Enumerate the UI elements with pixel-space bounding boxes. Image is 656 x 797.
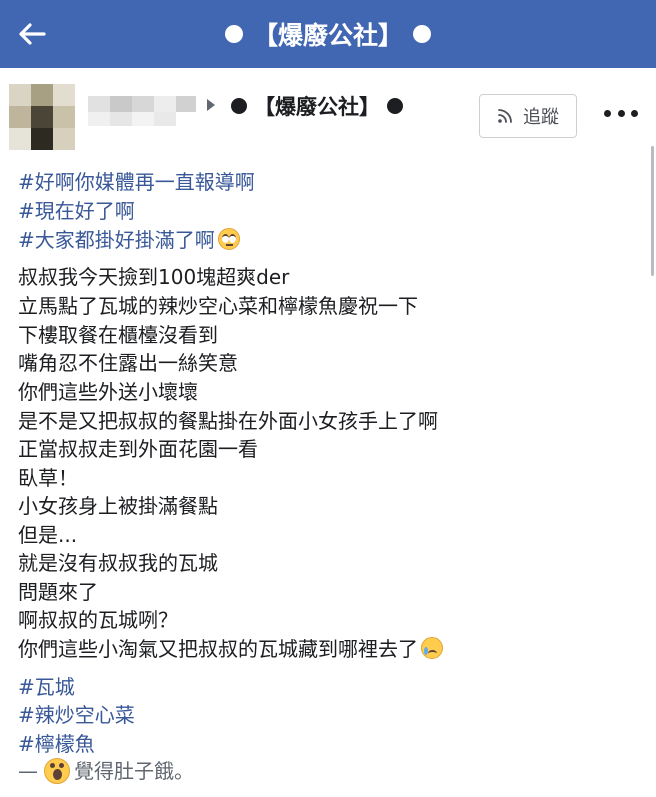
- post-text-line: 啊叔叔的瓦城咧？: [18, 608, 178, 632]
- post-text-line: 問題來了: [18, 580, 98, 604]
- post-text-line: 叔叔我今天撿到100塊超爽der: [18, 265, 290, 289]
- circle-icon: [387, 98, 403, 114]
- scrollbar[interactable]: [650, 68, 656, 797]
- post-text-line: 就是沒有叔叔我的瓦城: [18, 551, 218, 575]
- hashtag-link[interactable]: #檸檬魚: [18, 730, 95, 758]
- post-text-line: 你們這些外送小壞壞: [18, 380, 198, 404]
- follow-label: 追蹤: [523, 107, 559, 128]
- more-options-button[interactable]: [604, 101, 638, 125]
- post-text-line: 正當叔叔走到外面花園一看: [18, 437, 258, 461]
- post-text-line: 但是...: [18, 523, 78, 547]
- feeling-prefix: —: [18, 759, 38, 783]
- feeling-activity: — 覺得肚子餓。: [18, 757, 194, 785]
- post-text-line: 下樓取餐在櫃檯沒看到: [18, 323, 218, 347]
- page-name: 【爆廢公社】: [254, 95, 380, 119]
- rss-icon: [498, 109, 512, 123]
- avatar[interactable]: [9, 84, 75, 150]
- hashtag-line: #大家都掛好掛滿了啊: [18, 226, 240, 254]
- eye-roll-emoji-icon: [217, 228, 240, 250]
- top-bar: [0, 0, 656, 68]
- circle-icon: [231, 98, 247, 114]
- post-text-line-with-emoji: 你們這些小淘氣又把叔叔的瓦城藏到哪裡去了: [18, 635, 443, 663]
- back-button[interactable]: [14, 16, 50, 52]
- back-arrow-icon: [19, 23, 46, 45]
- page-name-link[interactable]: 【爆廢公社】: [224, 88, 410, 124]
- crying-emoji-icon: [421, 637, 443, 659]
- post-text-line: 嘴角忍不住露出一絲笑意: [18, 351, 238, 375]
- scrollbar-thumb[interactable]: [651, 146, 654, 276]
- hashtag-link[interactable]: #瓦城: [18, 673, 75, 701]
- hashtag-link[interactable]: #辣炒空心菜: [18, 701, 135, 729]
- hashtag-link[interactable]: #大家都掛好掛滿了啊: [18, 228, 215, 252]
- post-text-line: 小女孩身上被掛滿餐點: [18, 494, 218, 518]
- blurred-author-name: [88, 92, 198, 130]
- follow-button[interactable]: 追蹤: [479, 94, 577, 138]
- post-text-line: 臥草！: [18, 466, 78, 490]
- more-horizontal-icon: [604, 109, 611, 117]
- feeling-text: 覺得肚子餓。: [74, 759, 194, 783]
- hashtag-link[interactable]: #現在好了啊: [18, 197, 135, 225]
- post-text-line: 你們這些小淘氣又把叔叔的瓦城藏到哪裡去了: [18, 637, 418, 661]
- post-text-line: 立馬點了瓦城的辣炒空心菜和檸檬魚慶祝一下: [18, 294, 418, 318]
- shocked-emoji-icon: [44, 758, 70, 784]
- caret-right-icon: [207, 99, 215, 111]
- post-text-line: 是不是又把叔叔的餐點掛在外面小女孩手上了啊: [18, 409, 438, 433]
- hashtag-link[interactable]: #好啊你媒體再一直報導啊: [18, 168, 255, 196]
